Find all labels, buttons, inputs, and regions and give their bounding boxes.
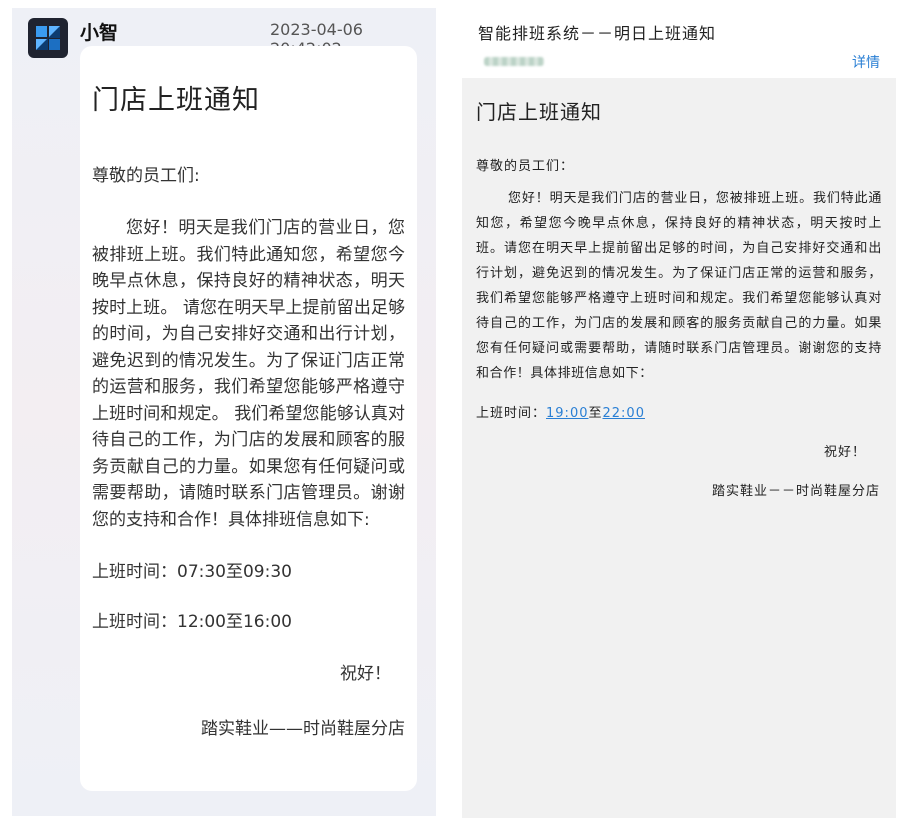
card-body-text: 您好！明天是我们门店的营业日，您被排班上班。我们特此通知您，希望您今晚早点休息，… <box>92 218 405 530</box>
card-greeting: 尊敬的员工们: <box>92 166 200 186</box>
blurred-sender <box>484 57 544 66</box>
email-closing: 祝好！ <box>823 445 866 460</box>
shift-label: 上班时间： <box>476 406 547 421</box>
message-card: 门店上班通知 尊敬的员工们: 您好！明天是我们门店的营业日，您被排班上班。我们特… <box>80 46 417 791</box>
card-title: 门店上班通知 <box>92 85 260 116</box>
shift-start-link[interactable]: 19:00 <box>546 406 588 421</box>
chat-message-panel: 小智 2023-04-06 20:42:02 门店上班通知 尊敬的员工们: 您好… <box>12 8 436 816</box>
email-shift-time: 上班时间：19:00至22:00 <box>476 402 882 421</box>
email-title: 门店上班通知 <box>476 100 602 124</box>
logo-icon <box>36 26 60 50</box>
sender-name: 小智 <box>80 22 119 44</box>
email-body-text: 您好！明天是我们门店的营业日，您被排班上班。我们特此通知您，希望您今晚早点休息，… <box>476 191 882 381</box>
details-link[interactable]: 详情 <box>852 52 880 72</box>
email-greeting: 尊敬的员工们： <box>476 159 575 174</box>
shift-separator: 至 <box>588 406 603 421</box>
email-body: 门店上班通知 尊敬的员工们： 您好！明天是我们门店的营业日，您被排班上班。我们特… <box>462 78 896 818</box>
email-subject: 智能排班系统－－明日上班通知 <box>478 24 717 43</box>
shift-end-link[interactable]: 22:00 <box>603 406 645 421</box>
bot-avatar[interactable] <box>28 18 68 58</box>
email-signature: 踏实鞋业－－时尚鞋屋分店 <box>711 484 880 499</box>
shift-time-1: 上班时间：07:30至09:30 <box>92 562 292 582</box>
card-signature: 踏实鞋业——时尚鞋屋分店 <box>201 719 405 739</box>
card-closing: 祝好！ <box>340 664 391 684</box>
shift-time-2: 上班时间：12:00至16:00 <box>92 612 292 632</box>
email-panel: 智能排班系统－－明日上班通知 详情 门店上班通知 尊敬的员工们： 您好！明天是我… <box>462 8 896 818</box>
